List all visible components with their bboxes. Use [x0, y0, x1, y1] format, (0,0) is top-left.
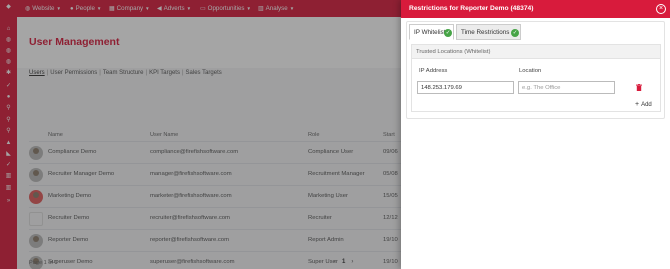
restrictions-panel: Restrictions for Reporter Demo (48374) ×…: [401, 0, 670, 269]
panel-header: Restrictions for Reporter Demo (48374) ×: [401, 0, 670, 18]
panel-body: IP Whitelist ✓ Time Restrictions ✓ Trust…: [406, 21, 665, 119]
plus-icon: +: [635, 101, 640, 108]
ip-address-input[interactable]: [417, 81, 514, 94]
add-location-button[interactable]: + Add: [635, 101, 652, 108]
trusted-locations-header: Trusted Locations (Whitelist): [412, 45, 660, 59]
panel-title: Restrictions for Reporter Demo (48374): [409, 5, 534, 12]
trash-icon[interactable]: [636, 84, 642, 91]
ip-address-column-label: IP Address: [419, 68, 448, 74]
location-column-label: Location: [519, 68, 542, 74]
check-circle-icon: ✓: [444, 29, 452, 37]
trusted-locations-title: Trusted Locations (Whitelist): [416, 49, 491, 55]
tab-time-restrictions[interactable]: Time Restrictions ✓: [456, 24, 521, 40]
location-input[interactable]: [518, 81, 615, 94]
trusted-locations-box: Trusted Locations (Whitelist) IP Address…: [411, 44, 661, 112]
close-button[interactable]: ×: [656, 4, 666, 14]
tab-ip-whitelist[interactable]: IP Whitelist ✓: [409, 24, 454, 40]
check-circle-icon: ✓: [511, 29, 519, 37]
